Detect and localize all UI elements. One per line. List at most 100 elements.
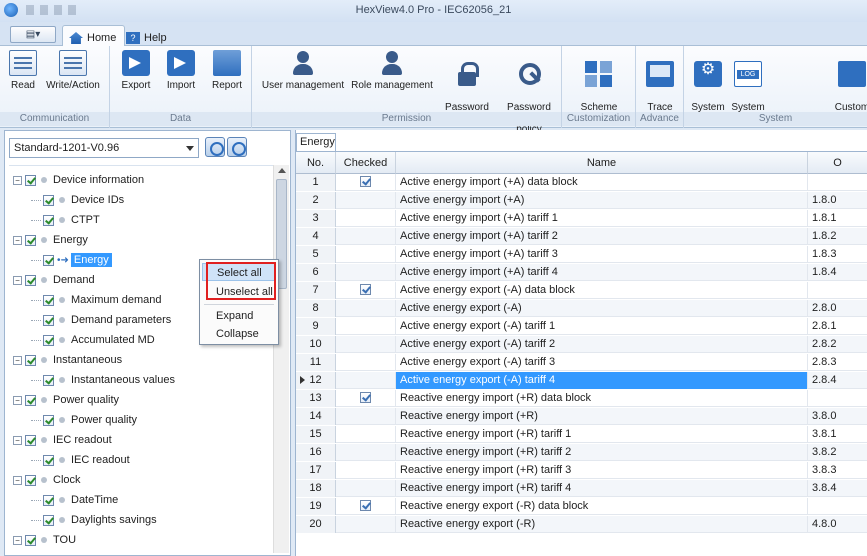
tree-checkbox[interactable] <box>25 434 36 446</box>
menu-item-expand[interactable]: Expand <box>202 307 276 325</box>
collapse-icon[interactable]: − <box>13 355 22 365</box>
settings-button[interactable] <box>227 137 247 157</box>
row-checked-cell[interactable] <box>336 246 396 263</box>
table-row[interactable]: 12 Active energy export (-A) tariff 4 2.8.… <box>296 372 867 389</box>
tree-checkbox[interactable] <box>43 494 54 506</box>
table-row[interactable]: 1 Active energy import (+A) data block <box>296 174 867 191</box>
table-row[interactable]: 10 Active energy export (-A) tariff 2 2.8.… <box>296 336 867 353</box>
column-header-code[interactable]: O <box>808 152 867 174</box>
row-checked-cell[interactable] <box>336 390 396 407</box>
scheme-select[interactable]: Standard-1201-V0.96 <box>9 138 199 158</box>
tree-node[interactable]: − TOU <box>9 530 273 550</box>
tree-checkbox[interactable] <box>43 374 54 386</box>
row-checked-cell[interactable] <box>336 408 396 425</box>
row-checked-cell[interactable] <box>336 282 396 299</box>
tree-checkbox[interactable] <box>25 534 36 546</box>
export-button[interactable]: Export <box>116 50 156 91</box>
tree-checkbox[interactable] <box>43 414 54 426</box>
menu-item-collapse[interactable]: Collapse <box>202 325 276 343</box>
table-row[interactable]: 17 Reactive energy import (+R) tariff 3 3.… <box>296 462 867 479</box>
row-checked-cell[interactable] <box>336 480 396 497</box>
collapse-icon[interactable]: − <box>13 395 22 405</box>
column-header-checked[interactable]: Checked <box>336 152 396 174</box>
report-button[interactable]: Report <box>206 50 248 91</box>
app-menu-button[interactable]: ▤▾ <box>10 26 56 43</box>
row-checked-cell[interactable] <box>336 336 396 353</box>
role-management-button[interactable]: Role management <box>348 50 436 91</box>
tree-node[interactable]: DateTime <box>9 490 273 510</box>
row-checked-cell[interactable] <box>336 264 396 281</box>
checked-icon[interactable] <box>360 176 371 187</box>
tree-scrollbar[interactable] <box>273 165 289 553</box>
read-button[interactable]: Read <box>6 50 40 91</box>
write-action-button[interactable]: Write/Action <box>40 50 106 91</box>
row-checked-cell[interactable] <box>336 318 396 335</box>
tree-checkbox[interactable] <box>43 334 54 346</box>
row-checked-cell[interactable] <box>336 462 396 479</box>
tree-checkbox[interactable] <box>43 454 54 466</box>
menu-item-select-all[interactable]: Select all <box>202 263 276 281</box>
refresh-button[interactable] <box>205 137 225 157</box>
row-checked-cell[interactable] <box>336 498 396 515</box>
tree-node[interactable]: IEC readout <box>9 450 273 470</box>
tree-node[interactable]: Instantaneous values <box>9 370 273 390</box>
table-row[interactable]: 7 Active energy export (-A) data block <box>296 282 867 299</box>
collapse-icon[interactable]: − <box>13 535 22 545</box>
row-checked-cell[interactable] <box>336 210 396 227</box>
checked-icon[interactable] <box>360 500 371 511</box>
tab-home[interactable]: Home <box>62 25 126 47</box>
tree-checkbox[interactable] <box>43 214 54 226</box>
row-checked-cell[interactable] <box>336 354 396 371</box>
checked-icon[interactable] <box>360 284 371 295</box>
column-header-name[interactable]: Name <box>396 152 808 174</box>
collapse-icon[interactable]: − <box>13 175 22 185</box>
tree-node[interactable]: − Instantaneous <box>9 350 273 370</box>
row-checked-cell[interactable] <box>336 372 396 389</box>
tree-node[interactable]: − Device information <box>9 170 273 190</box>
tree-checkbox[interactable] <box>43 254 54 266</box>
tree-node[interactable]: Power quality <box>9 410 273 430</box>
table-row[interactable]: 16 Reactive energy import (+R) tariff 2 3.… <box>296 444 867 461</box>
user-management-button[interactable]: User management <box>260 50 346 91</box>
tab-energy[interactable]: Energy <box>296 133 336 151</box>
tree-node[interactable]: Daylights savings <box>9 510 273 530</box>
tree-node[interactable]: − Clock <box>9 470 273 490</box>
tab-help[interactable]: ? Help <box>120 25 175 47</box>
row-checked-cell[interactable] <box>336 300 396 317</box>
tree-checkbox[interactable] <box>25 234 36 246</box>
tree-node[interactable]: − Power quality <box>9 390 273 410</box>
tree-checkbox[interactable] <box>25 354 36 366</box>
tree-node[interactable]: Device IDs <box>9 190 273 210</box>
table-row[interactable]: 11 Active energy export (-A) tariff 3 2.8.… <box>296 354 867 371</box>
tree-checkbox[interactable] <box>43 514 54 526</box>
table-row[interactable]: 9 Active energy export (-A) tariff 1 2.8.1 <box>296 318 867 335</box>
scroll-up-icon[interactable] <box>278 168 286 173</box>
tree-checkbox[interactable] <box>25 274 36 286</box>
row-checked-cell[interactable] <box>336 192 396 209</box>
column-header-no[interactable]: No. <box>296 152 336 174</box>
menu-item-unselect-all[interactable]: Unselect all <box>202 283 276 301</box>
tree-checkbox[interactable] <box>25 174 36 186</box>
table-row[interactable]: 6 Active energy import (+A) tariff 4 1.8.4 <box>296 264 867 281</box>
row-checked-cell[interactable] <box>336 516 396 533</box>
table-row[interactable]: 14 Reactive energy import (+R) 3.8.0 <box>296 408 867 425</box>
row-checked-cell[interactable] <box>336 174 396 191</box>
table-row[interactable]: 2 Active energy import (+A) 1.8.0 <box>296 192 867 209</box>
collapse-icon[interactable]: − <box>13 435 22 445</box>
collapse-icon[interactable]: − <box>13 275 22 285</box>
tree-checkbox[interactable] <box>43 314 54 326</box>
collapse-icon[interactable]: − <box>13 235 22 245</box>
table-row[interactable]: 15 Reactive energy import (+R) tariff 1 3.… <box>296 426 867 443</box>
table-row[interactable]: 20 Reactive energy export (-R) 4.8.0 <box>296 516 867 533</box>
collapse-icon[interactable]: − <box>13 475 22 485</box>
checked-icon[interactable] <box>360 392 371 403</box>
table-row[interactable]: 8 Active energy export (-A) 2.8.0 <box>296 300 867 317</box>
row-checked-cell[interactable] <box>336 444 396 461</box>
tree-node[interactable]: − Energy <box>9 230 273 250</box>
row-checked-cell[interactable] <box>336 228 396 245</box>
table-row[interactable]: 19 Reactive energy export (-R) data block <box>296 498 867 515</box>
tree-checkbox[interactable] <box>25 394 36 406</box>
table-row[interactable]: 3 Active energy import (+A) tariff 1 1.8.1 <box>296 210 867 227</box>
import-button[interactable]: Import <box>160 50 202 91</box>
tree-checkbox[interactable] <box>43 194 54 206</box>
